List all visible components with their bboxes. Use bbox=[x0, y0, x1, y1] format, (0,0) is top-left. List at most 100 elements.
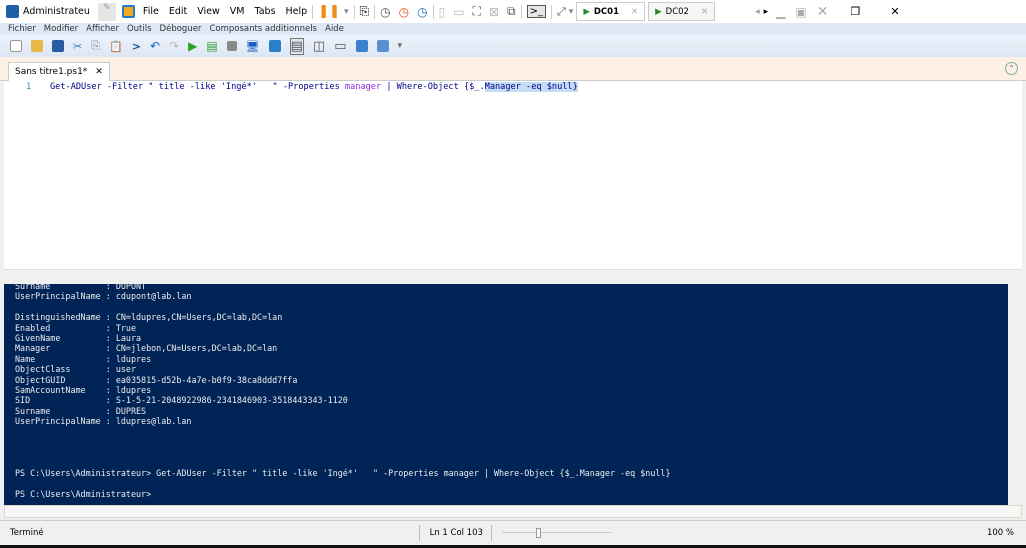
minimize-icon[interactable]: ▁ bbox=[776, 5, 785, 19]
snapshot-icon[interactable]: ◷ bbox=[380, 5, 390, 19]
save-icon[interactable] bbox=[52, 40, 64, 52]
tab-strip: Sans titre1.ps1* ✕ ⌃ bbox=[0, 57, 1026, 81]
zoom-level: 100 % bbox=[986, 528, 1014, 538]
stop-icon[interactable] bbox=[226, 41, 237, 51]
menu-view[interactable]: View bbox=[197, 6, 220, 17]
library-icon[interactable]: ▯ bbox=[439, 5, 446, 19]
menu-fichier[interactable]: Fichier bbox=[8, 24, 36, 34]
commands-icon[interactable] bbox=[355, 40, 368, 52]
vmware-icon bbox=[121, 5, 135, 18]
unity-icon[interactable]: ⊠ bbox=[489, 5, 499, 19]
tab-sans-titre1[interactable]: Sans titre1.ps1* ✕ bbox=[8, 62, 110, 81]
clear-icon[interactable]: > bbox=[132, 40, 141, 53]
console-line: Name : ldupres bbox=[15, 353, 152, 364]
console-pane[interactable]: Surname : DUPONT UserPrincipalName : cdup… bbox=[4, 284, 1008, 505]
script-editor[interactable]: 1 Get-ADUser -Filter " title -like 'Ingé… bbox=[4, 81, 1022, 269]
menu-vm[interactable]: VM bbox=[230, 6, 245, 17]
run-icon[interactable]: ▶ bbox=[188, 39, 197, 53]
layout-top-icon[interactable]: ▤ bbox=[289, 37, 304, 55]
copy-icon[interactable]: ⎘ bbox=[91, 39, 100, 53]
app-title: Administrateu bbox=[6, 5, 90, 18]
console-line: Enabled : True bbox=[15, 322, 137, 333]
console-view-icon[interactable]: >_ bbox=[526, 5, 546, 18]
line-number: 1 bbox=[26, 82, 32, 92]
scroll-right-icon[interactable]: ▸ bbox=[764, 7, 769, 17]
scroll-left-icon[interactable]: ◂ bbox=[755, 7, 760, 17]
menu-help[interactable]: Help bbox=[286, 6, 308, 17]
fullscreen-icon[interactable]: ⛶ bbox=[473, 4, 481, 19]
restore-icon[interactable]: ▣ bbox=[795, 5, 806, 19]
console-line: GivenName : Laura bbox=[15, 332, 142, 343]
editor-horizontal-scrollbar[interactable] bbox=[4, 269, 1022, 281]
console-line: DistinguishedName : CN=ldupres,CN=Users,… bbox=[15, 312, 283, 323]
vm-tab-dc02[interactable]: ▶ DC02 ✕ bbox=[648, 2, 716, 21]
console-line: ObjectClass : user bbox=[15, 364, 137, 375]
snapshot-manager-icon[interactable]: ◷ bbox=[417, 5, 427, 19]
pause-icon[interactable]: ❚❚ bbox=[318, 4, 340, 19]
console-line: Surname : DUPONT bbox=[15, 284, 147, 291]
redo-icon[interactable]: ↷ bbox=[169, 39, 179, 53]
close-icon[interactable]: ✕ bbox=[95, 67, 103, 77]
vm-icon: ▶ bbox=[655, 6, 662, 17]
multi-monitor-icon[interactable]: ⧉ bbox=[507, 4, 516, 19]
menu-aide[interactable]: Aide bbox=[325, 24, 344, 34]
console-line: Surname : DUPRES bbox=[15, 405, 147, 416]
undo-icon[interactable]: ↶ bbox=[150, 39, 160, 53]
menu-deboguer[interactable]: Déboguer bbox=[160, 24, 202, 34]
close-window-icon[interactable]: ✕ bbox=[890, 5, 899, 18]
close-icon[interactable]: ✕ bbox=[631, 7, 638, 17]
status-text: Terminé bbox=[10, 528, 44, 538]
menu-edit[interactable]: Edit bbox=[169, 6, 187, 17]
send-keys-icon[interactable]: ⎘ bbox=[360, 4, 370, 19]
layout-max-icon[interactable]: ▭ bbox=[334, 39, 346, 54]
status-bar: Terminé Ln 1 Col 103 100 % bbox=[0, 520, 1026, 545]
overflow-icon[interactable]: ▾ bbox=[398, 41, 403, 51]
console-line: UserPrincipalName : cdupont@lab.lan bbox=[15, 291, 192, 302]
code-line: Get-ADUser -Filter " title -like 'Ingé*'… bbox=[50, 82, 578, 92]
revert-snapshot-icon[interactable]: ◷ bbox=[399, 5, 409, 19]
vm-tab-dc01[interactable]: ▶ DC01 ✕ bbox=[576, 2, 646, 21]
chevron-down-icon[interactable]: ▾ bbox=[344, 7, 349, 17]
remote-icon[interactable]: 🖥 bbox=[246, 40, 260, 53]
close-icon[interactable]: ✕ bbox=[817, 4, 829, 20]
chevron-down-icon[interactable]: ▾ bbox=[569, 7, 574, 17]
thumbnail-icon[interactable]: ▭ bbox=[453, 5, 464, 19]
zoom-slider[interactable] bbox=[501, 528, 612, 538]
restore-window-icon[interactable]: ❐ bbox=[850, 5, 860, 18]
vm-icon: ▶ bbox=[583, 6, 590, 17]
paste-icon[interactable]: 📋 bbox=[109, 40, 123, 53]
menu-afficher[interactable]: Afficher bbox=[86, 24, 119, 34]
menu-tabs[interactable]: Tabs bbox=[254, 6, 275, 17]
menu-composants[interactable]: Composants additionnels bbox=[209, 24, 317, 34]
divider bbox=[312, 4, 314, 19]
zoom-slider-thumb[interactable] bbox=[535, 528, 541, 538]
menu-outils[interactable]: Outils bbox=[127, 24, 152, 34]
powershell-icon bbox=[6, 5, 19, 18]
console-horizontal-scrollbar[interactable] bbox=[4, 505, 1022, 518]
selected-text: Manager -eq $null} bbox=[484, 82, 578, 92]
pin-icon[interactable]: ✎ bbox=[97, 2, 116, 21]
cursor-position: Ln 1 Col 103 bbox=[429, 528, 483, 538]
console-line: SamAccountName : ldupres bbox=[15, 384, 152, 395]
layout-right-icon[interactable]: ◫ bbox=[313, 39, 325, 54]
menu-file[interactable]: File bbox=[143, 6, 159, 17]
close-icon[interactable]: ✕ bbox=[701, 7, 708, 17]
console-vertical-scrollbar[interactable] bbox=[1008, 284, 1022, 505]
show-pane-icon[interactable] bbox=[376, 40, 389, 52]
menu-modifier[interactable]: Modifier bbox=[44, 24, 78, 34]
console-line: Manager : CN=jlebon,CN=Users,DC=lab,DC=l… bbox=[15, 343, 278, 354]
powershell-console-icon[interactable] bbox=[268, 40, 281, 52]
collapse-script-pane-icon[interactable]: ⌃ bbox=[1005, 62, 1018, 75]
console-line: SID : S-1-5-21-2048922986-2341846903-351… bbox=[15, 395, 348, 406]
stretch-icon[interactable]: ⤢ bbox=[557, 5, 566, 19]
run-selection-icon[interactable]: ▤ bbox=[206, 39, 217, 53]
console-line: PS C:\Users\Administrateur> bbox=[15, 488, 152, 499]
new-file-icon[interactable] bbox=[10, 40, 22, 52]
open-folder-icon[interactable] bbox=[31, 40, 43, 52]
menu-bar: Fichier Modifier Afficher Outils Débogue… bbox=[0, 23, 1026, 35]
cut-icon[interactable]: ✂ bbox=[73, 40, 82, 53]
console-line: UserPrincipalName : ldupres@lab.lan bbox=[15, 416, 192, 427]
